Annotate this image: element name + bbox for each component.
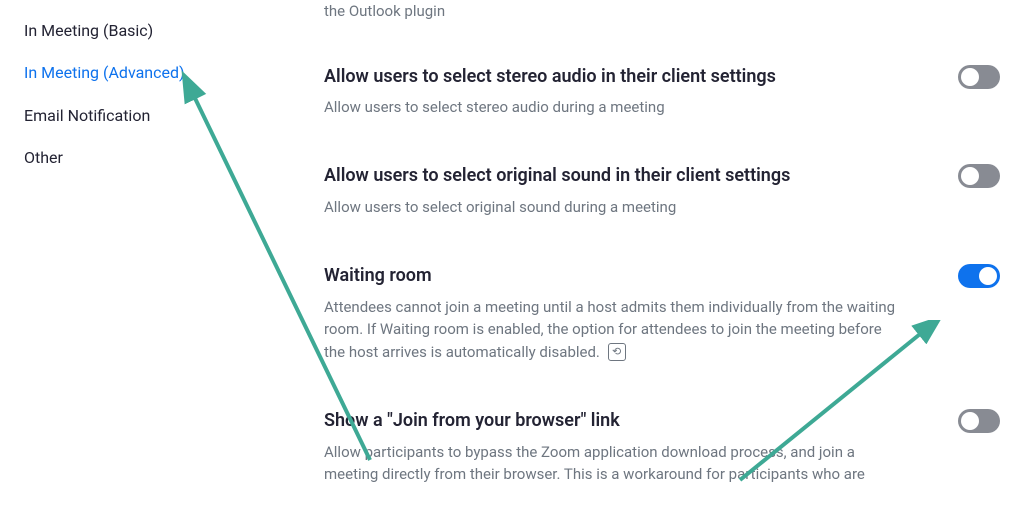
setting-description: Allow users to select stereo audio durin… [324, 96, 904, 119]
modified-indicator-icon[interactable]: ⟲ [608, 343, 626, 361]
settings-main: the Outlook plugin Allow users to select… [300, 0, 1024, 505]
setting-description: Attendees cannot join a meeting until a … [324, 296, 904, 364]
settings-sidebar: In Meeting (Basic) In Meeting (Advanced)… [0, 0, 300, 505]
toggle-knob [961, 167, 979, 185]
setting-title: Allow users to select stereo audio in th… [324, 65, 904, 88]
toggle-knob [961, 412, 979, 430]
setting-description: Allow users to select original sound dur… [324, 196, 904, 219]
sidebar-item-email-notification[interactable]: Email Notification [24, 95, 300, 137]
setting-title: Waiting room [324, 264, 904, 287]
toggle-knob [979, 267, 997, 285]
toggle-stereo-audio[interactable] [958, 65, 1000, 89]
setting-title: Allow users to select original sound in … [324, 164, 904, 187]
sidebar-item-in-meeting-basic[interactable]: In Meeting (Basic) [24, 10, 300, 52]
setting-description: Allow participants to bypass the Zoom ap… [324, 441, 904, 486]
setting-stereo-audio: Allow users to select stereo audio in th… [324, 65, 1000, 119]
setting-join-from-browser: Show a "Join from your browser" link All… [324, 409, 1000, 485]
toggle-knob [961, 68, 979, 86]
toggle-join-from-browser[interactable] [958, 409, 1000, 433]
sidebar-item-other[interactable]: Other [24, 137, 300, 179]
partial-description-fragment: the Outlook plugin [324, 0, 1000, 23]
setting-waiting-room: Waiting room Attendees cannot join a mee… [324, 264, 1000, 363]
setting-title: Show a "Join from your browser" link [324, 409, 904, 432]
sidebar-item-in-meeting-advanced[interactable]: In Meeting (Advanced) [24, 52, 300, 94]
toggle-original-sound[interactable] [958, 164, 1000, 188]
setting-original-sound: Allow users to select original sound in … [324, 164, 1000, 218]
toggle-waiting-room[interactable] [958, 264, 1000, 288]
